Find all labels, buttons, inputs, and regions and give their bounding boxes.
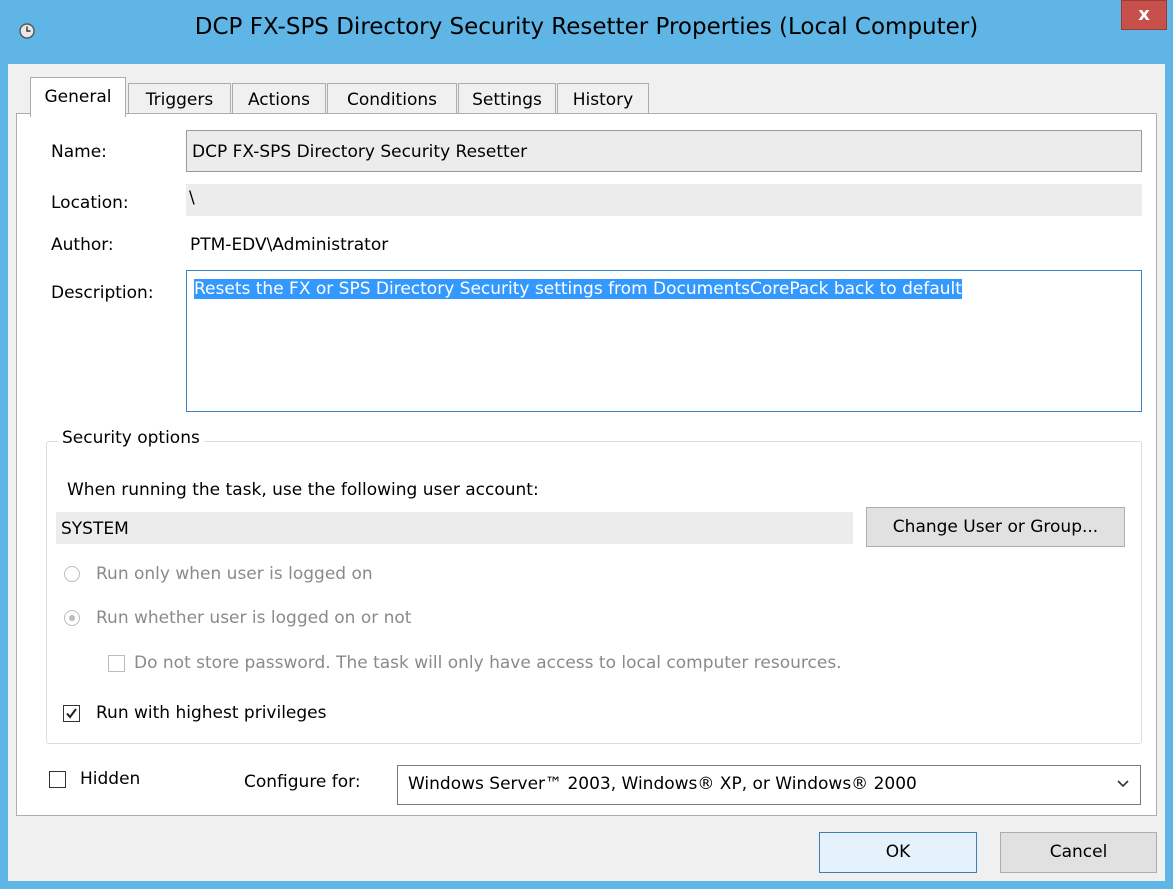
name-label: Name:	[51, 142, 107, 162]
author-label: Author:	[51, 235, 114, 255]
no-store-password-label: Do not store password. The task will onl…	[134, 653, 842, 673]
run-logged-on-radio[interactable]	[64, 566, 80, 582]
properties-window: DCP FX-SPS Directory Security Resetter P…	[0, 0, 1173, 889]
description-text: Resets the FX or SPS Directory Security …	[194, 279, 962, 299]
run-logged-on-label: Run only when user is logged on	[96, 564, 373, 584]
chevron-down-icon	[1117, 780, 1129, 788]
description-textarea[interactable]: Resets the FX or SPS Directory Security …	[186, 270, 1142, 412]
close-button[interactable]: x	[1121, 0, 1167, 30]
run-whether-label: Run whether user is logged on or not	[96, 608, 412, 628]
cancel-button[interactable]: Cancel	[1000, 832, 1157, 873]
configure-for-value: Windows Server™ 2003, Windows® XP, or Wi…	[408, 774, 917, 794]
location-field[interactable]: \	[186, 184, 1142, 216]
hidden-label: Hidden	[80, 769, 141, 789]
no-store-password-checkbox[interactable]	[108, 655, 125, 672]
tab-triggers[interactable]: Triggers	[128, 83, 231, 117]
checkmark-icon	[66, 708, 77, 719]
account-prompt: When running the task, use the following…	[67, 480, 539, 500]
configure-for-label: Configure for:	[244, 772, 361, 792]
ok-button[interactable]: OK	[819, 832, 977, 873]
tab-conditions[interactable]: Conditions	[327, 83, 457, 117]
description-label: Description:	[51, 283, 154, 303]
configure-for-dropdown[interactable]: Windows Server™ 2003, Windows® XP, or Wi…	[397, 765, 1141, 805]
highest-privileges-checkbox[interactable]	[63, 705, 80, 722]
tab-general[interactable]: General	[30, 77, 126, 117]
window-title: DCP FX-SPS Directory Security Resetter P…	[194, 14, 979, 40]
highest-privileges-label: Run with highest privileges	[96, 703, 327, 723]
change-user-button[interactable]: Change User or Group...	[866, 507, 1125, 547]
user-account-field: SYSTEM	[56, 512, 853, 544]
title-bar[interactable]: DCP FX-SPS Directory Security Resetter P…	[0, 0, 1173, 64]
author-value: PTM-EDV\Administrator	[190, 235, 389, 255]
tab-history[interactable]: History	[557, 83, 649, 117]
security-options-legend: Security options	[58, 428, 204, 448]
run-whether-radio[interactable]	[64, 610, 80, 626]
hidden-checkbox[interactable]	[49, 771, 66, 788]
location-label: Location:	[51, 193, 129, 213]
tab-settings[interactable]: Settings	[458, 83, 556, 117]
tab-actions[interactable]: Actions	[232, 83, 326, 117]
name-field[interactable]: DCP FX-SPS Directory Security Resetter	[186, 130, 1142, 172]
